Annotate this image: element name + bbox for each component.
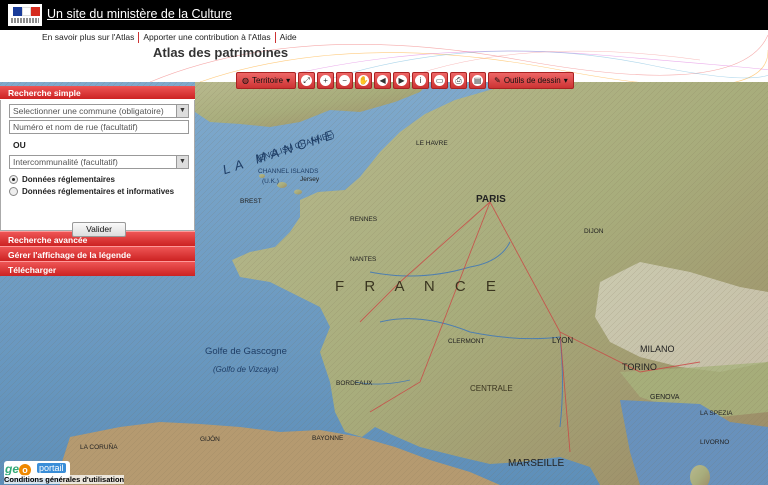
- header-nav: En savoir plus sur l'Atlas Apporter une …: [42, 32, 301, 43]
- zoom-in-icon: +: [320, 75, 332, 86]
- previous-view-button[interactable]: ◀: [374, 72, 392, 89]
- territoire-dropdown[interactable]: ◍ Territoire ▾: [236, 72, 297, 89]
- full-extent-icon: ⤢: [301, 75, 313, 86]
- zoom-in-button[interactable]: +: [317, 72, 335, 89]
- radio-label: Données réglementaires: [22, 175, 115, 184]
- ruler-icon: ▭: [434, 75, 446, 86]
- intercommunalite-select[interactable]: Intercommunalité (facultatif) ▼: [9, 155, 189, 169]
- nav-link-contribute[interactable]: Apporter une contribution à l'Atlas: [139, 32, 276, 43]
- street-input[interactable]: Numéro et nom de rue (facultatif): [9, 120, 189, 134]
- portail-text: portail: [37, 463, 66, 473]
- outils-dessin-dropdown[interactable]: ✎ Outils de dessin ▾: [488, 72, 574, 89]
- zoom-out-icon: −: [339, 75, 351, 86]
- geoportail-logo-text: ge o: [5, 462, 32, 476]
- arrow-right-icon: ▶: [396, 75, 408, 86]
- full-extent-button[interactable]: ⤢: [298, 72, 316, 89]
- layers-button[interactable]: ▤: [469, 72, 487, 89]
- marianne-logo-icon[interactable]: [8, 4, 42, 26]
- search-panel: Recherche simple Selectionner une commun…: [0, 86, 195, 276]
- valider-button[interactable]: Valider: [72, 222, 126, 237]
- chevron-down-icon: ▼: [176, 105, 188, 117]
- info-icon: i: [415, 75, 427, 86]
- outils-label: Outils de dessin: [503, 76, 561, 85]
- layers-icon: ▤: [472, 75, 484, 86]
- ministry-link[interactable]: Un site du ministère de la Culture: [47, 7, 232, 21]
- ministry-bar: Un site du ministère de la Culture: [0, 0, 768, 30]
- chevron-down-icon: ▾: [563, 76, 568, 85]
- nav-link-about[interactable]: En savoir plus sur l'Atlas: [42, 32, 140, 43]
- recherche-simple-body: Selectionner une commune (obligatoire) ▼…: [0, 100, 195, 237]
- hand-icon: ✋: [358, 75, 370, 86]
- geo-text: ge: [5, 462, 20, 476]
- commune-select[interactable]: Selectionner une commune (obligatoire) ▼: [9, 104, 189, 118]
- telecharger-header[interactable]: Télécharger: [0, 261, 195, 276]
- commune-select-value: Selectionner une commune (obligatoire): [13, 106, 164, 116]
- intercommunalite-select-value: Intercommunalité (facultatif): [13, 157, 118, 167]
- print-icon: ⎙: [453, 75, 465, 86]
- recherche-simple-header[interactable]: Recherche simple: [0, 86, 195, 100]
- pan-button[interactable]: ✋: [355, 72, 373, 89]
- zoom-out-button[interactable]: −: [336, 72, 354, 89]
- nav-link-help[interactable]: Aide: [276, 32, 301, 43]
- radio-button-checked[interactable]: [9, 175, 18, 184]
- chevron-down-icon: ▾: [286, 76, 291, 85]
- territoire-label: Territoire: [251, 76, 284, 85]
- chevron-down-icon: ▼: [176, 156, 188, 168]
- radio-donnees-reglementaires[interactable]: Données réglementaires: [9, 175, 188, 184]
- radio-donnees-informatives[interactable]: Données réglementaires et informatives: [9, 187, 188, 196]
- arrow-left-icon: ◀: [377, 75, 389, 86]
- map-toolbar: ◍ Territoire ▾ ⤢ + − ✋ ◀ ▶ i ▭ ⎙ ▤ ✎ Out…: [236, 72, 574, 89]
- cgu-link[interactable]: Conditions générales d'utilisation: [4, 475, 125, 484]
- measure-button[interactable]: ▭: [431, 72, 449, 89]
- page-title: Atlas des patrimoines: [153, 45, 289, 60]
- radio-button[interactable]: [9, 187, 18, 196]
- gerer-legende-header[interactable]: Gérer l'affichage de la légende: [0, 246, 195, 261]
- print-button[interactable]: ⎙: [450, 72, 468, 89]
- globe-icon: ◍: [242, 76, 249, 85]
- ou-label: OU: [13, 140, 26, 150]
- pencil-icon: ✎: [494, 76, 501, 85]
- radio-label: Données réglementaires et informatives: [22, 187, 175, 196]
- info-button[interactable]: i: [412, 72, 430, 89]
- next-view-button[interactable]: ▶: [393, 72, 411, 89]
